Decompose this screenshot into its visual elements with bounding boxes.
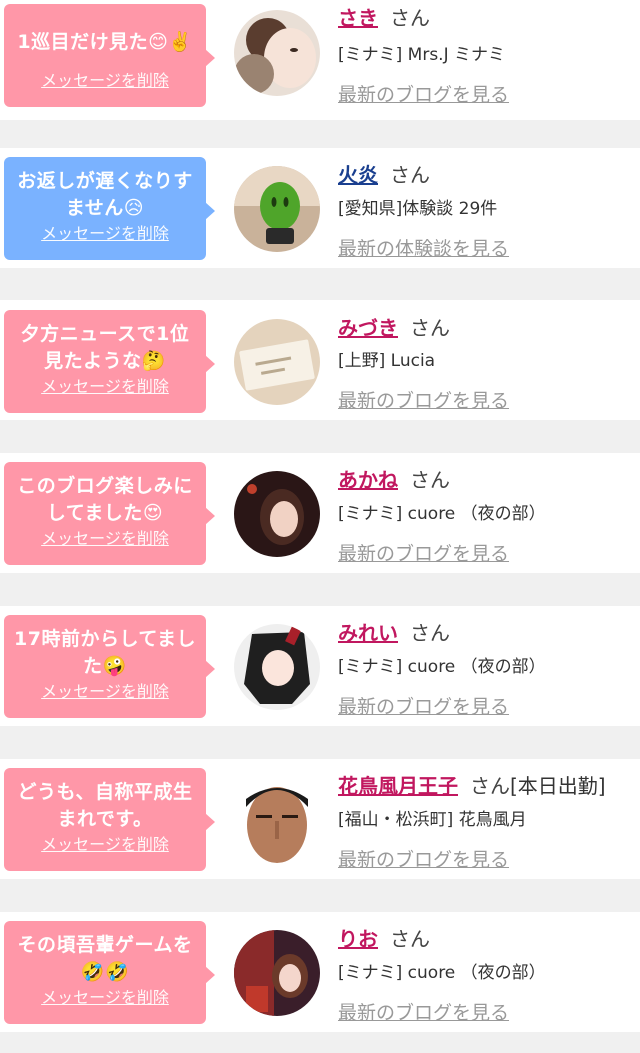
honorific: さん xyxy=(410,316,450,340)
woman-selfie-photo-icon xyxy=(234,930,320,1016)
shop-info: [ミナミ] cuore （夜の部） xyxy=(338,657,546,677)
message-bubble: その頃吾輩ゲームを🤣🤣 メッセージを削除 xyxy=(4,921,215,1024)
avatar[interactable] xyxy=(234,10,320,96)
message-text: どうも、自称平成生まれです。 xyxy=(17,781,193,830)
user-name-line: 火炎 さん xyxy=(338,159,430,188)
message-text: 17時前からしてました🤪 xyxy=(14,628,196,677)
message-row: どうも、自称平成生まれです。 メッセージを削除 花鳥風月王子 さん[本日出勤] [… xyxy=(0,759,640,879)
man-face-photo-icon xyxy=(234,777,320,863)
message-bubble: お返しが遅くなりすません😥 メッセージを削除 xyxy=(4,157,215,260)
user-name-link[interactable]: 花鳥風月王子 xyxy=(338,774,458,798)
honorific: さん xyxy=(410,468,450,492)
latest-blog-link[interactable]: 最新のブログを見る xyxy=(338,386,509,413)
message-text: このブログ楽しみにしてました😍 xyxy=(17,475,193,524)
message-row: その頃吾輩ゲームを🤣🤣 メッセージを削除 りお さん [ミナミ] cuore （夜… xyxy=(0,912,640,1032)
message-row: 17時前からしてました🤪 メッセージを削除 みれい さん [ミナミ] cuore … xyxy=(0,606,640,726)
honorific: さん xyxy=(390,163,430,187)
user-name-link[interactable]: みれい xyxy=(338,621,398,645)
message-list: 1巡目だけ見た😊✌️ メッセージを削除 さき さん [ミナミ] Mrs.J ミナミ… xyxy=(0,0,640,1053)
delete-message-link[interactable]: メッセージを削除 xyxy=(4,67,206,91)
delete-message-link[interactable]: メッセージを削除 xyxy=(4,831,206,855)
latest-blog-link[interactable]: 最新のブログを見る xyxy=(338,845,509,872)
user-name-link[interactable]: みづき xyxy=(338,316,398,340)
delete-message-link[interactable]: メッセージを削除 xyxy=(4,678,206,702)
user-name-link[interactable]: 火炎 xyxy=(338,163,378,187)
avatar[interactable] xyxy=(234,930,320,1016)
delete-message-link[interactable]: メッセージを削除 xyxy=(4,220,206,244)
avatar[interactable] xyxy=(234,777,320,863)
avatar[interactable] xyxy=(234,319,320,405)
message-row: 夕方ニュースで1位見たような🤔 メッセージを削除 みづき さん [上野] Luci… xyxy=(0,300,640,420)
message-bubble: このブログ楽しみにしてました😍 メッセージを削除 xyxy=(4,462,215,565)
user-name-link[interactable]: あかね xyxy=(338,468,398,492)
message-row: お返しが遅くなりすません😥 メッセージを削除 火炎 さん [愛知県]体験談 29件… xyxy=(0,148,640,268)
delete-message-link[interactable]: メッセージを削除 xyxy=(4,373,206,397)
latest-blog-link[interactable]: 最新のブログを見る xyxy=(338,998,509,1025)
shop-info: [福山・松浜町] 花鳥風月 xyxy=(338,810,527,830)
honorific: さん xyxy=(410,621,450,645)
user-name-line: あかね さん xyxy=(338,464,450,493)
message-text: 夕方ニュースで1位見たような🤔 xyxy=(20,323,190,372)
avatar[interactable] xyxy=(234,624,320,710)
message-bubble: 夕方ニュースで1位見たような🤔 メッセージを削除 xyxy=(4,310,215,413)
user-name-link[interactable]: りお xyxy=(338,927,378,951)
latest-blog-link[interactable]: 最新のブログを見る xyxy=(338,692,509,719)
shop-info: [ミナミ] cuore （夜の部） xyxy=(338,963,546,983)
message-row: 1巡目だけ見た😊✌️ メッセージを削除 さき さん [ミナミ] Mrs.J ミナミ… xyxy=(0,0,640,120)
message-bubble: 17時前からしてました🤪 メッセージを削除 xyxy=(4,615,215,718)
honorific: さん xyxy=(470,774,510,798)
attendance-status: [本日出勤] xyxy=(510,774,606,798)
green-figure-photo-icon xyxy=(234,166,320,252)
avatar[interactable] xyxy=(234,166,320,252)
shop-info: [ミナミ] cuore （夜の部） xyxy=(338,504,546,524)
message-text: お返しが遅くなりすません😥 xyxy=(17,170,193,219)
latest-blog-link[interactable]: 最新のブログを見る xyxy=(338,539,509,566)
message-bubble: どうも、自称平成生まれです。 メッセージを削除 xyxy=(4,768,215,871)
delete-message-link[interactable]: メッセージを削除 xyxy=(4,525,206,549)
shop-info: [愛知県]体験談 29件 xyxy=(338,199,498,219)
woman-portrait-photo-icon xyxy=(234,471,320,557)
user-name-line: みれい さん xyxy=(338,617,450,646)
message-row: このブログ楽しみにしてました😍 メッセージを削除 あかね さん [ミナミ] cuo… xyxy=(0,453,640,573)
anime-girl-avatar-icon xyxy=(234,624,320,710)
shop-info: [上野] Lucia xyxy=(338,351,436,371)
shop-info: [ミナミ] Mrs.J ミナミ xyxy=(338,45,506,65)
message-text: 1巡目だけ見た😊✌️ xyxy=(17,30,193,53)
honorific: さん xyxy=(390,6,430,30)
user-name-line: みづき さん xyxy=(338,312,450,341)
honorific: さん xyxy=(390,927,430,951)
business-card-photo-icon xyxy=(234,319,320,405)
avatar[interactable] xyxy=(234,471,320,557)
delete-message-link[interactable]: メッセージを削除 xyxy=(4,984,206,1008)
latest-blog-link[interactable]: 最新の体験談を見る xyxy=(338,234,509,261)
user-name-line: さき さん xyxy=(338,2,430,31)
message-text: その頃吾輩ゲームを🤣🤣 xyxy=(17,934,193,983)
user-name-link[interactable]: さき xyxy=(338,6,378,30)
latest-blog-link[interactable]: 最新のブログを見る xyxy=(338,80,509,107)
user-name-line: りお さん xyxy=(338,923,430,952)
user-name-line: 花鳥風月王子 さん[本日出勤] xyxy=(338,770,606,799)
message-bubble: 1巡目だけ見た😊✌️ メッセージを削除 xyxy=(4,4,215,107)
woman-with-dog-photo-icon xyxy=(234,10,320,96)
